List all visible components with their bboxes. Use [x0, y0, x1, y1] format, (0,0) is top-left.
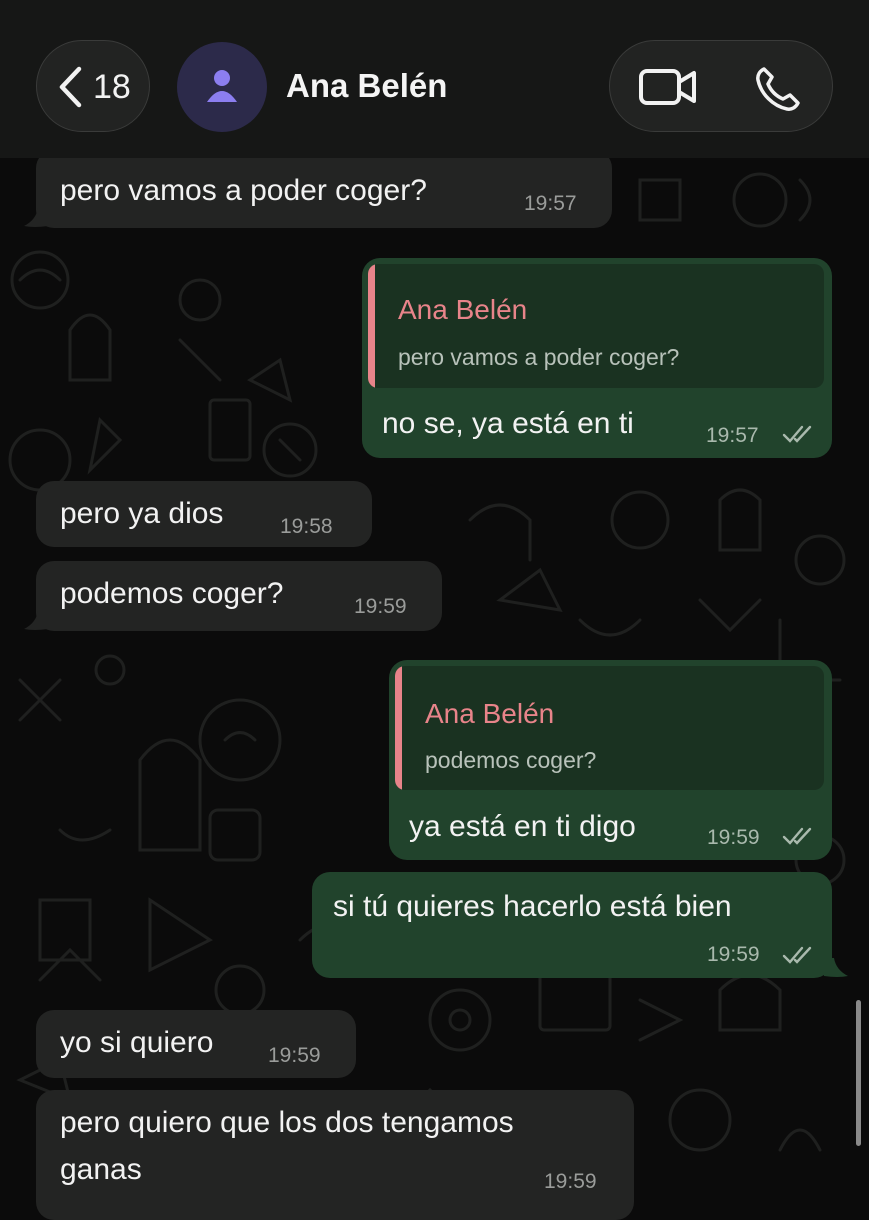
message-bubble-incoming[interactable]: pero quiero que los dos tengamos ganas 1… — [36, 1090, 634, 1220]
chat-header: 18 Ana Belén — [0, 0, 869, 158]
message-text-line-1: pero quiero que los dos tengamos — [60, 1106, 514, 1139]
message-text: pero vamos a poder coger? — [60, 174, 427, 207]
read-ticks-icon — [782, 425, 812, 443]
message-bubble-outgoing[interactable]: Ana Belén pero vamos a poder coger? no s… — [362, 258, 832, 458]
message-time: 19:57 — [706, 424, 759, 447]
quote-author: Ana Belén — [398, 294, 528, 325]
bubble-tail — [824, 958, 848, 977]
quoted-message[interactable]: Ana Belén pero vamos a poder coger? — [368, 264, 824, 388]
message-text-line-2: ganas — [60, 1153, 142, 1186]
read-ticks-icon — [782, 946, 812, 964]
message-bubble-outgoing[interactable]: Ana Belén podemos coger? ya está en ti d… — [389, 660, 832, 860]
call-actions — [609, 40, 833, 132]
back-button[interactable]: 18 — [36, 40, 150, 132]
message-text: podemos coger? — [60, 577, 284, 610]
message-bubble-incoming[interactable]: yo si quiero 19:59 — [36, 1010, 356, 1078]
message-text: pero ya dios — [60, 497, 224, 530]
message-bubble-incoming[interactable]: pero vamos a poder coger? 19:57 — [36, 150, 612, 228]
read-ticks-icon — [782, 827, 812, 845]
scrollbar[interactable] — [856, 1000, 861, 1146]
contact-name[interactable]: Ana Belén — [286, 67, 447, 105]
voice-call-icon[interactable] — [754, 65, 802, 113]
message-bubble-incoming[interactable]: pero ya dios 19:58 — [36, 481, 372, 547]
message-time: 19:59 — [707, 826, 760, 849]
message-time: 19:59 — [544, 1170, 597, 1193]
contact-avatar[interactable] — [177, 42, 267, 132]
message-time: 19:58 — [280, 515, 333, 538]
quote-accent-bar — [395, 666, 402, 790]
unread-count: 18 — [93, 68, 131, 106]
bubble-tail — [24, 208, 48, 227]
quote-accent-bar — [368, 264, 375, 388]
message-bubble-outgoing[interactable]: si tú quieres hacerlo está bien 19:59 — [312, 872, 832, 978]
quote-text: pero vamos a poder coger? — [398, 344, 680, 370]
message-time: 19:59 — [707, 943, 760, 966]
quoted-message[interactable]: Ana Belén podemos coger? — [395, 666, 824, 790]
chevron-left-icon — [59, 66, 82, 108]
message-time: 19:57 — [524, 192, 577, 215]
message-time: 19:59 — [354, 595, 407, 618]
message-bubble-incoming[interactable]: podemos coger? 19:59 — [36, 561, 442, 631]
message-text: yo si quiero — [60, 1026, 214, 1059]
message-text: si tú quieres hacerlo está bien — [333, 890, 732, 923]
video-call-icon[interactable] — [638, 67, 698, 107]
quote-author: Ana Belén — [425, 698, 555, 729]
bubble-tail — [24, 611, 48, 630]
quote-text: podemos coger? — [425, 747, 597, 773]
message-text: no se, ya está en ti — [382, 407, 634, 440]
message-text: ya está en ti digo — [409, 810, 636, 843]
message-time: 19:59 — [268, 1044, 321, 1067]
person-icon — [207, 70, 237, 102]
